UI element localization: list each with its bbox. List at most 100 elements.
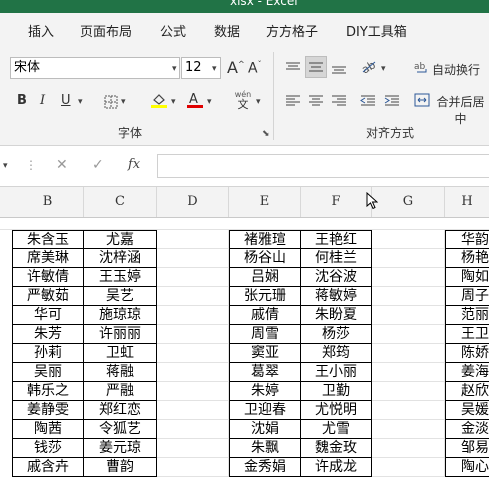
align-left-icon[interactable]	[285, 93, 301, 112]
cell-c-row-13[interactable]: 曹韵	[84, 458, 157, 477]
font-dialog-launcher-icon[interactable]: ⬊	[262, 129, 270, 139]
column-header-g[interactable]: G	[372, 187, 445, 217]
tab-data[interactable]: 数据	[214, 21, 240, 40]
cell-f-row-5[interactable]: 朱盼夏	[301, 306, 372, 325]
column-header-h[interactable]: H	[445, 187, 489, 217]
cell-d-row-3[interactable]	[157, 268, 229, 287]
cell-b-row-7[interactable]: 孙莉	[12, 344, 84, 363]
cell-h-row-3[interactable]: 陶如	[445, 268, 489, 287]
cell-e-row-11[interactable]: 沈娟	[229, 420, 301, 439]
cell-e-row-6[interactable]: 周雪	[229, 325, 301, 344]
cell-e-row-7[interactable]: 窦亚	[229, 344, 301, 363]
tab-page-layout[interactable]: 页面布局	[80, 21, 132, 40]
cell-d-row-8[interactable]	[157, 363, 229, 382]
cell-d-row-6[interactable]	[157, 325, 229, 344]
font-size-dropdown-icon[interactable]: ▾	[212, 64, 217, 74]
cell-h-row-8[interactable]: 姜海	[445, 363, 489, 382]
cell-f-row-7[interactable]: 郑筠	[301, 344, 372, 363]
cell-h-row-7[interactable]: 陈娇	[445, 344, 489, 363]
column-header-e[interactable]: E	[229, 187, 301, 217]
cell-g-row-8[interactable]	[372, 363, 445, 382]
cell-h-row-13[interactable]: 陶心	[445, 458, 489, 477]
decrease-indent-icon[interactable]	[360, 93, 376, 112]
formula-input[interactable]	[157, 154, 489, 178]
font-color-icon[interactable]: A	[186, 91, 204, 113]
cell-f-row-12[interactable]: 魏金玫	[301, 439, 372, 458]
column-header-f[interactable]: F	[301, 187, 372, 217]
cell-b-row-9[interactable]: 韩乐之	[12, 382, 84, 401]
cell-f-row-11[interactable]: 尤雪	[301, 420, 372, 439]
cell-d-row-11[interactable]	[157, 420, 229, 439]
merge-center-button[interactable]: 合并后居中	[432, 93, 489, 127]
cell-b-row-1[interactable]: 朱含玉	[12, 230, 84, 249]
cell-b-row-6[interactable]: 朱芳	[12, 325, 84, 344]
cell-c-row-12[interactable]: 姜元琼	[84, 439, 157, 458]
tab-fangfang[interactable]: 方方格子	[266, 21, 318, 40]
align-top-icon[interactable]	[285, 60, 301, 79]
cell-g-row-13[interactable]	[372, 458, 445, 477]
cell-c-row-9[interactable]: 严融	[84, 382, 157, 401]
underline-dropdown-icon[interactable]: ▾	[78, 97, 83, 107]
tab-diy-toolbox[interactable]: DIY工具箱	[346, 21, 407, 40]
cell-e-row-1[interactable]: 褚雅瑄	[229, 230, 301, 249]
shrink-font-button[interactable]: Aˇ	[248, 60, 262, 77]
cell-d-row-7[interactable]	[157, 344, 229, 363]
fill-color-icon[interactable]	[150, 91, 168, 113]
cell-g-row-3[interactable]	[372, 268, 445, 287]
align-bottom-icon[interactable]	[331, 60, 347, 79]
cell-f-row-9[interactable]: 卫勤	[301, 382, 372, 401]
cell-c-row-10[interactable]: 郑红恋	[84, 401, 157, 420]
cell-b-row-8[interactable]: 吴丽	[12, 363, 84, 382]
cell-d-row-10[interactable]	[157, 401, 229, 420]
cell-b-row-13[interactable]: 戚含卉	[12, 458, 84, 477]
phonetic-icon[interactable]: wén 文	[233, 90, 253, 110]
cell-c-row-4[interactable]: 吴艺	[84, 287, 157, 306]
cell-h-row-1[interactable]: 华韵	[445, 230, 489, 249]
cell-e-row-2[interactable]: 杨谷山	[229, 249, 301, 268]
cancel-entry-icon[interactable]: ✕	[56, 157, 68, 173]
cell-f-row-8[interactable]: 王小丽	[301, 363, 372, 382]
cell-h-row-5[interactable]: 范丽	[445, 306, 489, 325]
cell-f-row-13[interactable]: 许成龙	[301, 458, 372, 477]
cell-d-row-12[interactable]	[157, 439, 229, 458]
tab-formulas[interactable]: 公式	[160, 21, 186, 40]
tab-insert[interactable]: 插入	[28, 21, 54, 40]
cell-f-row-4[interactable]: 蒋敏婷	[301, 287, 372, 306]
cell-b-row-4[interactable]: 严敏茹	[12, 287, 84, 306]
cell-e-row-13[interactable]: 金秀娟	[229, 458, 301, 477]
cell-c-row-8[interactable]: 蒋融	[84, 363, 157, 382]
cell-h-row-9[interactable]: 赵欣	[445, 382, 489, 401]
cell-c-row-1[interactable]: 尤嘉	[84, 230, 157, 249]
cell-d-row-5[interactable]	[157, 306, 229, 325]
cell-b-row-5[interactable]: 华可	[12, 306, 84, 325]
increase-indent-icon[interactable]	[384, 93, 400, 112]
cell-h-row-6[interactable]: 王卫	[445, 325, 489, 344]
cell-g-row-6[interactable]	[372, 325, 445, 344]
italic-button[interactable]: I	[40, 93, 45, 108]
border-dropdown-icon[interactable]: ▾	[121, 97, 126, 107]
align-middle-icon[interactable]	[305, 56, 327, 78]
cell-c-row-5[interactable]: 施琼琼	[84, 306, 157, 325]
cell-g-row-9[interactable]	[372, 382, 445, 401]
cell-b-row-2[interactable]: 席美琳	[12, 249, 84, 268]
cell-h-row-4[interactable]: 周子	[445, 287, 489, 306]
align-right-icon[interactable]	[331, 93, 347, 112]
cell-e-row-8[interactable]: 葛翠	[229, 363, 301, 382]
cell-d-row-4[interactable]	[157, 287, 229, 306]
cell-g-row-5[interactable]	[372, 306, 445, 325]
cell-e-row-3[interactable]: 吕娴	[229, 268, 301, 287]
name-box-dropdown-icon[interactable]: ▾	[3, 161, 8, 171]
confirm-entry-icon[interactable]: ✓	[92, 157, 104, 173]
orientation-icon[interactable]: ab	[359, 58, 378, 78]
cell-e-row-9[interactable]: 朱婷	[229, 382, 301, 401]
bold-button[interactable]: B	[17, 93, 27, 108]
cell-e-row-10[interactable]: 卫迎春	[229, 401, 301, 420]
cell-f-row-10[interactable]: 尤悦明	[301, 401, 372, 420]
grow-font-button[interactable]: A^	[227, 58, 245, 77]
cell-h-row-2[interactable]: 杨艳	[445, 249, 489, 268]
cell-g-row-10[interactable]	[372, 401, 445, 420]
cell-h-row-12[interactable]: 邹易	[445, 439, 489, 458]
cell-d-row-13[interactable]	[157, 458, 229, 477]
font-name-dropdown-icon[interactable]: ▾	[172, 64, 177, 74]
cell-g-row-7[interactable]	[372, 344, 445, 363]
